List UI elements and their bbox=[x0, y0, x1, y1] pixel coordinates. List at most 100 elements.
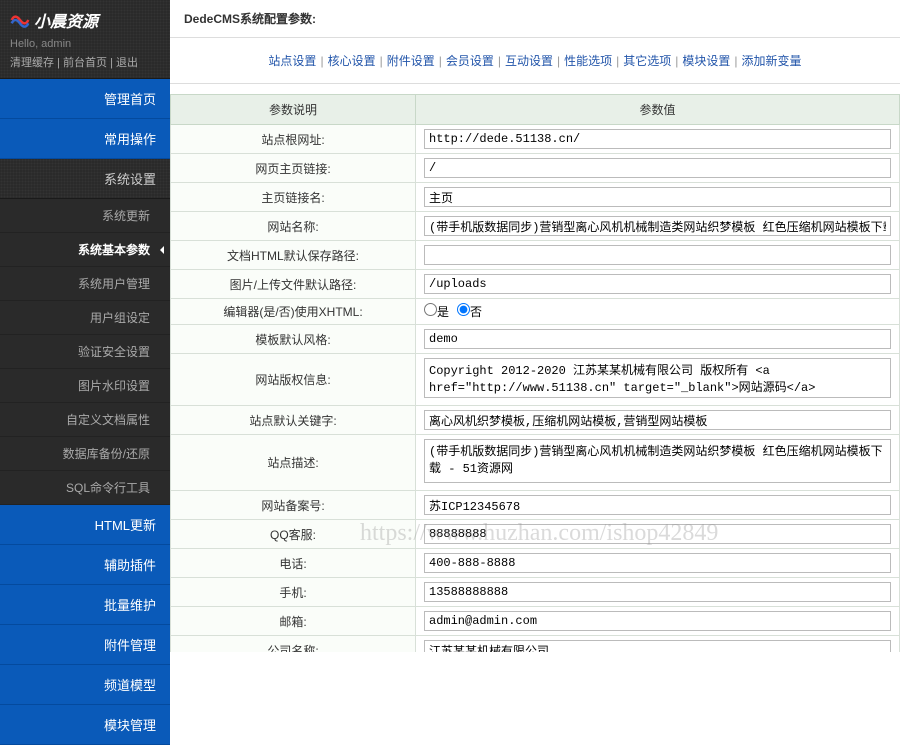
param-row: 邮箱: bbox=[171, 607, 900, 636]
param-label: 邮箱: bbox=[171, 607, 416, 636]
radio-group: 是否 bbox=[424, 306, 490, 320]
param-row: 图片/上传文件默认路径: bbox=[171, 270, 900, 299]
param-label: 主页链接名: bbox=[171, 183, 416, 212]
radio-option[interactable]: 是 bbox=[424, 306, 449, 320]
param-label: 站点描述: bbox=[171, 435, 416, 491]
menu-item[interactable]: 系统用户管理 bbox=[0, 267, 170, 301]
param-row: 文档HTML默认保存路径: bbox=[171, 241, 900, 270]
param-value-cell bbox=[416, 549, 900, 578]
param-input[interactable] bbox=[424, 129, 891, 149]
menu-item[interactable]: 系统基本参数 bbox=[0, 233, 170, 267]
config-tab[interactable]: 核心设置 bbox=[328, 54, 376, 68]
param-value-cell bbox=[416, 354, 900, 406]
hello-text: Hello, admin bbox=[10, 38, 160, 50]
param-label: 编辑器(是/否)使用XHTML: bbox=[171, 299, 416, 325]
param-value-cell bbox=[416, 325, 900, 354]
param-label: 网站名称: bbox=[171, 212, 416, 241]
config-tabs: 站点设置|核心设置|附件设置|会员设置|互动设置|性能选项|其它选项|模块设置|… bbox=[170, 38, 900, 84]
param-input[interactable] bbox=[424, 495, 891, 515]
param-row: 网页主页链接: bbox=[171, 154, 900, 183]
radio-input[interactable] bbox=[457, 303, 470, 316]
radio-input[interactable] bbox=[424, 303, 437, 316]
param-row: 站点默认关键字: bbox=[171, 406, 900, 435]
param-input[interactable] bbox=[424, 187, 891, 207]
param-row: QQ客服: bbox=[171, 520, 900, 549]
param-value-cell bbox=[416, 406, 900, 435]
menu-header[interactable]: 附件管理 bbox=[0, 625, 170, 665]
config-tab[interactable]: 其它选项 bbox=[623, 54, 671, 68]
config-tab[interactable]: 站点设置 bbox=[268, 54, 316, 68]
param-input[interactable] bbox=[424, 274, 891, 294]
config-tab[interactable]: 添加新变量 bbox=[742, 54, 802, 68]
param-label: QQ客服: bbox=[171, 520, 416, 549]
config-tab[interactable]: 附件设置 bbox=[387, 54, 435, 68]
param-label: 网站版权信息: bbox=[171, 354, 416, 406]
param-input[interactable] bbox=[424, 640, 891, 652]
param-input[interactable] bbox=[424, 611, 891, 631]
param-row: 网站版权信息: bbox=[171, 354, 900, 406]
menu-header[interactable]: 批量维护 bbox=[0, 585, 170, 625]
main-content: DedeCMS系统配置参数: 站点设置|核心设置|附件设置|会员设置|互动设置|… bbox=[170, 0, 900, 652]
config-tab[interactable]: 会员设置 bbox=[446, 54, 494, 68]
param-label: 文档HTML默认保存路径: bbox=[171, 241, 416, 270]
param-value-cell bbox=[416, 183, 900, 212]
param-input[interactable] bbox=[424, 553, 891, 573]
param-value-cell bbox=[416, 520, 900, 549]
menu-header[interactable]: 频道模型 bbox=[0, 665, 170, 705]
menu-header[interactable]: 管理首页 bbox=[0, 79, 170, 119]
param-row: 网站名称: bbox=[171, 212, 900, 241]
menu-header[interactable]: 系统设置 bbox=[0, 159, 170, 199]
param-input[interactable] bbox=[424, 524, 891, 544]
menu-item[interactable]: 自定义文档属性 bbox=[0, 403, 170, 437]
radio-option[interactable]: 否 bbox=[457, 306, 482, 320]
param-row: 公司名称: bbox=[171, 636, 900, 653]
config-tab[interactable]: 性能选项 bbox=[564, 54, 612, 68]
menu-header[interactable]: 常用操作 bbox=[0, 119, 170, 159]
param-label: 站点根网址: bbox=[171, 125, 416, 154]
param-label: 公司名称: bbox=[171, 636, 416, 653]
menu-header[interactable]: 模块管理 bbox=[0, 705, 170, 745]
param-value-cell bbox=[416, 125, 900, 154]
menu-item[interactable]: 用户组设定 bbox=[0, 301, 170, 335]
param-textarea[interactable] bbox=[424, 358, 891, 398]
menu-item[interactable]: 系统更新 bbox=[0, 199, 170, 233]
param-label: 网站备案号: bbox=[171, 491, 416, 520]
param-label: 模板默认风格: bbox=[171, 325, 416, 354]
logo: 小晨资源 bbox=[10, 8, 160, 32]
param-value-cell bbox=[416, 270, 900, 299]
th-label: 参数说明 bbox=[171, 95, 416, 125]
top-link[interactable]: 清理缓存 bbox=[10, 57, 54, 69]
param-row: 模板默认风格: bbox=[171, 325, 900, 354]
menu-header[interactable]: 辅助插件 bbox=[0, 545, 170, 585]
th-value: 参数值 bbox=[416, 95, 900, 125]
menu-header[interactable]: HTML更新 bbox=[0, 505, 170, 545]
param-value-cell bbox=[416, 241, 900, 270]
param-label: 电话: bbox=[171, 549, 416, 578]
param-label: 网页主页链接: bbox=[171, 154, 416, 183]
param-textarea[interactable] bbox=[424, 439, 891, 483]
config-tab[interactable]: 模块设置 bbox=[682, 54, 730, 68]
param-input[interactable] bbox=[424, 410, 891, 430]
param-label: 手机: bbox=[171, 578, 416, 607]
param-value-cell bbox=[416, 212, 900, 241]
top-links: 清理缓存 | 前台首页 | 退出 bbox=[10, 54, 160, 70]
param-input[interactable] bbox=[424, 158, 891, 178]
param-input[interactable] bbox=[424, 582, 891, 602]
menu-item[interactable]: 数据库备份/还原 bbox=[0, 437, 170, 471]
param-input[interactable] bbox=[424, 245, 891, 265]
menu-item[interactable]: 验证安全设置 bbox=[0, 335, 170, 369]
top-link[interactable]: 退出 bbox=[116, 57, 138, 69]
param-row: 主页链接名: bbox=[171, 183, 900, 212]
config-tab[interactable]: 互动设置 bbox=[505, 54, 553, 68]
top-link[interactable]: 前台首页 bbox=[63, 57, 107, 69]
param-row: 站点根网址: bbox=[171, 125, 900, 154]
menu-item[interactable]: SQL命令行工具 bbox=[0, 471, 170, 505]
param-input[interactable] bbox=[424, 329, 891, 349]
param-input[interactable] bbox=[424, 216, 891, 236]
param-row: 网站备案号: bbox=[171, 491, 900, 520]
param-row: 编辑器(是/否)使用XHTML: 是否 bbox=[171, 299, 900, 325]
param-value-cell bbox=[416, 154, 900, 183]
menu-item[interactable]: 图片水印设置 bbox=[0, 369, 170, 403]
page-title: DedeCMS系统配置参数: bbox=[170, 0, 900, 38]
logo-area: 小晨资源 Hello, admin 清理缓存 | 前台首页 | 退出 bbox=[0, 0, 170, 79]
